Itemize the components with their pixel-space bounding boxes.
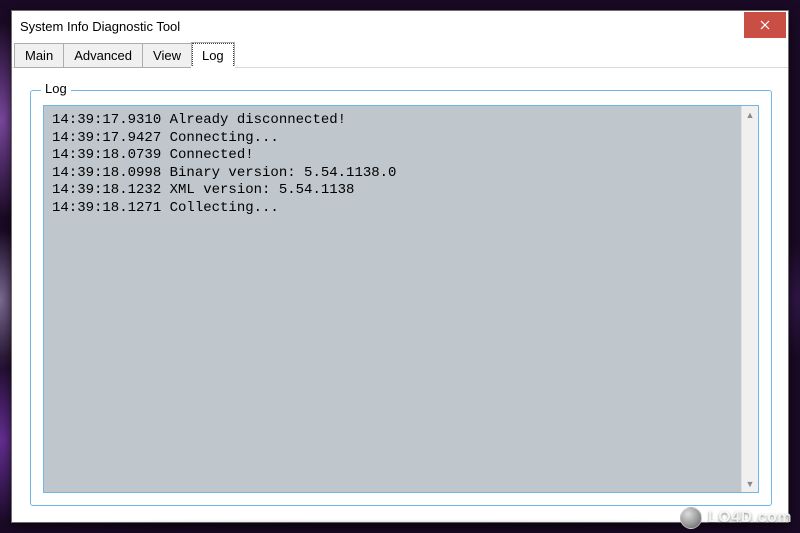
log-groupbox: Log 14:39:17.9310 Already disconnected! … bbox=[30, 90, 772, 506]
groupbox-legend: Log bbox=[41, 81, 71, 96]
window-title: System Info Diagnostic Tool bbox=[20, 19, 744, 34]
tab-log[interactable]: Log bbox=[192, 43, 234, 68]
globe-icon bbox=[680, 507, 702, 529]
scroll-track[interactable] bbox=[742, 123, 758, 475]
scroll-down-button[interactable]: ▼ bbox=[742, 475, 758, 492]
log-textbox-wrap: 14:39:17.9310 Already disconnected! 14:3… bbox=[43, 105, 759, 493]
tab-main[interactable]: Main bbox=[14, 43, 64, 68]
scrollbar[interactable]: ▲ ▼ bbox=[741, 106, 758, 492]
watermark: LO4D.com bbox=[680, 507, 792, 529]
client-area: Log 14:39:17.9310 Already disconnected! … bbox=[12, 68, 788, 522]
window-shadow bbox=[11, 523, 789, 529]
tabstrip: Main Advanced View Log bbox=[12, 41, 788, 68]
watermark-text: LO4D.com bbox=[708, 509, 792, 527]
close-button[interactable] bbox=[744, 12, 786, 38]
log-textbox[interactable]: 14:39:17.9310 Already disconnected! 14:3… bbox=[44, 106, 741, 492]
chevron-down-icon: ▼ bbox=[746, 479, 755, 489]
titlebar[interactable]: System Info Diagnostic Tool bbox=[12, 11, 788, 41]
scroll-up-button[interactable]: ▲ bbox=[742, 106, 758, 123]
close-icon bbox=[760, 20, 770, 30]
app-window: System Info Diagnostic Tool Main Advance… bbox=[11, 10, 789, 523]
tab-advanced[interactable]: Advanced bbox=[64, 43, 143, 68]
tab-view[interactable]: View bbox=[143, 43, 192, 68]
chevron-up-icon: ▲ bbox=[746, 110, 755, 120]
